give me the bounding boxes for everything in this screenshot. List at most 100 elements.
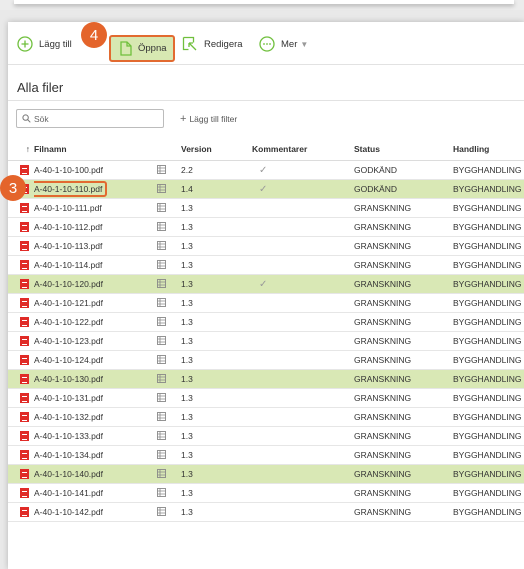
more-button[interactable]: Mer ▼ xyxy=(259,33,308,55)
preview-icon[interactable] xyxy=(157,335,166,347)
table-row[interactable]: A-40-1-10-110.pdf 1.4 ✓ GODKÄND BYGGHANDLING xyxy=(8,179,524,199)
preview-icon[interactable] xyxy=(157,487,166,499)
edit-button[interactable]: Redigera xyxy=(182,33,243,55)
file-name: A-40-1-10-120.pdf xyxy=(34,279,103,289)
search-input[interactable]: Sök xyxy=(16,109,164,128)
preview-icon[interactable] xyxy=(157,392,166,404)
table-row[interactable]: A-40-1-10-112.pdf 1.3 GRANSKNING BYGGHANDLI… xyxy=(8,217,524,237)
preview-icon[interactable] xyxy=(157,373,166,385)
filename-cell[interactable]: A-40-1-10-114.pdf xyxy=(34,255,157,275)
preview-cell[interactable] xyxy=(157,312,181,332)
preview-cell[interactable] xyxy=(157,217,181,237)
column-version[interactable]: Version xyxy=(181,138,252,161)
preview-cell[interactable] xyxy=(157,236,181,256)
preview-cell[interactable] xyxy=(157,198,181,218)
open-button[interactable]: Öppna xyxy=(109,35,175,62)
table-row[interactable]: A-40-1-10-120.pdf 1.3 ✓ GRANSKNING BYGGHANDL… xyxy=(8,274,524,294)
preview-icon[interactable] xyxy=(157,164,166,176)
filename-cell[interactable]: A-40-1-10-120.pdf xyxy=(34,274,157,294)
table-row[interactable]: A-40-1-10-123.pdf 1.3 GRANSKNING BYGGHANDLI… xyxy=(8,331,524,351)
handling-cell: BYGGHANDLING xyxy=(453,445,524,465)
edit-button-label: Redigera xyxy=(204,38,243,50)
preview-icon[interactable] xyxy=(157,316,166,328)
table-row[interactable]: A-40-1-10-132.pdf 1.3 GRANSKNING BYGGHANDLI… xyxy=(8,407,524,427)
column-status[interactable]: Status xyxy=(354,138,453,161)
file-name: A-40-1-10-114.pdf xyxy=(34,260,103,270)
filename-cell[interactable]: A-40-1-10-113.pdf xyxy=(34,236,157,256)
table-row[interactable]: A-40-1-10-130.pdf 1.3 GRANSKNING BYGGHANDLI… xyxy=(8,369,524,389)
preview-cell[interactable] xyxy=(157,426,181,446)
comment-cell xyxy=(252,407,354,427)
add-button[interactable]: Lägg till xyxy=(17,33,72,55)
preview-cell[interactable] xyxy=(157,388,181,408)
filename-cell[interactable]: A-40-1-10-112.pdf xyxy=(34,217,157,237)
filename-cell[interactable]: A-40-1-10-111.pdf xyxy=(34,198,157,218)
preview-cell[interactable] xyxy=(157,331,181,351)
check-icon xyxy=(252,393,259,404)
filename-cell[interactable]: A-40-1-10-123.pdf xyxy=(34,331,157,351)
table-row[interactable]: A-40-1-10-111.pdf 1.3 GRANSKNING BYGGHANDLI… xyxy=(8,198,524,218)
table-row[interactable]: A-40-1-10-114.pdf 1.3 GRANSKNING BYGGHANDLI… xyxy=(8,255,524,275)
column-comments[interactable]: Kommentarer xyxy=(252,138,354,161)
filename-cell[interactable]: A-40-1-10-142.pdf xyxy=(34,502,157,522)
version-cell: 1.3 xyxy=(181,293,252,313)
filename-cell[interactable]: A-40-1-10-124.pdf xyxy=(34,350,157,370)
preview-cell[interactable] xyxy=(157,483,181,503)
table-row[interactable]: A-40-1-10-142.pdf 1.3 GRANSKNING BYGGHANDLI… xyxy=(8,502,524,522)
filename-cell[interactable]: A-40-1-10-130.pdf xyxy=(34,369,157,389)
preview-cell[interactable] xyxy=(157,502,181,522)
preview-cell[interactable] xyxy=(157,255,181,275)
preview-cell[interactable] xyxy=(157,350,181,370)
table-row[interactable]: A-40-1-10-131.pdf 1.3 GRANSKNING BYGGHANDLI… xyxy=(8,388,524,408)
preview-icon[interactable] xyxy=(157,354,166,366)
version-cell: 1.3 xyxy=(181,388,252,408)
filename-cell[interactable]: A-40-1-10-131.pdf xyxy=(34,388,157,408)
preview-cell[interactable] xyxy=(157,407,181,427)
table-row[interactable]: A-40-1-10-100.pdf 2.2 ✓ GODKÄND BYGGHANDLING xyxy=(8,160,524,180)
table-row[interactable]: A-40-1-10-121.pdf 1.3 GRANSKNING BYGGHANDLI… xyxy=(8,293,524,313)
pdf-icon xyxy=(20,374,29,385)
filename-cell[interactable]: A-40-1-10-122.pdf xyxy=(34,312,157,332)
preview-icon[interactable] xyxy=(157,449,166,461)
preview-cell[interactable] xyxy=(157,369,181,389)
filename-cell[interactable]: A-40-1-10-133.pdf xyxy=(34,426,157,446)
table-row[interactable]: A-40-1-10-134.pdf 1.3 GRANSKNING BYGGHANDLI… xyxy=(8,445,524,465)
plus-circle-icon xyxy=(17,36,33,52)
table-row[interactable]: A-40-1-10-122.pdf 1.3 GRANSKNING BYGGHANDLI… xyxy=(8,312,524,332)
preview-cell[interactable] xyxy=(157,274,181,294)
preview-cell[interactable] xyxy=(157,293,181,313)
filename-cell[interactable]: A-40-1-10-132.pdf xyxy=(34,407,157,427)
preview-icon[interactable] xyxy=(157,202,166,214)
preview-cell[interactable] xyxy=(157,160,181,180)
check-icon xyxy=(252,450,259,461)
pdf-icon xyxy=(20,165,29,176)
preview-icon[interactable] xyxy=(157,430,166,442)
filename-cell[interactable]: A-40-1-10-140.pdf xyxy=(34,464,157,484)
sort-arrow-icon[interactable]: ↑ xyxy=(8,138,34,161)
column-handling[interactable]: Handling xyxy=(453,138,524,161)
filename-cell[interactable]: A-40-1-10-141.pdf xyxy=(34,483,157,503)
preview-cell[interactable] xyxy=(157,179,181,199)
preview-icon[interactable] xyxy=(157,278,166,290)
column-filename[interactable]: Filnamn xyxy=(34,138,157,161)
table-row[interactable]: A-40-1-10-124.pdf 1.3 GRANSKNING BYGGHANDLI… xyxy=(8,350,524,370)
filename-cell[interactable]: A-40-1-10-110.pdf xyxy=(34,179,157,199)
filename-cell[interactable]: A-40-1-10-121.pdf xyxy=(34,293,157,313)
preview-icon[interactable] xyxy=(157,468,166,480)
preview-icon[interactable] xyxy=(157,506,166,518)
preview-icon[interactable] xyxy=(157,259,166,271)
preview-icon[interactable] xyxy=(157,297,166,309)
table-row[interactable]: A-40-1-10-140.pdf 1.3 GRANSKNING BYGGHANDLI… xyxy=(8,464,524,484)
preview-icon[interactable] xyxy=(157,183,166,195)
table-row[interactable]: A-40-1-10-113.pdf 1.3 GRANSKNING BYGGHANDLI… xyxy=(8,236,524,256)
preview-icon[interactable] xyxy=(157,221,166,233)
preview-icon[interactable] xyxy=(157,240,166,252)
preview-icon[interactable] xyxy=(157,411,166,423)
add-filter-button[interactable]: + Lägg till filter xyxy=(180,113,237,125)
table-row[interactable]: A-40-1-10-133.pdf 1.3 GRANSKNING BYGGHANDLI… xyxy=(8,426,524,446)
preview-cell[interactable] xyxy=(157,464,181,484)
table-row[interactable]: A-40-1-10-141.pdf 1.3 GRANSKNING BYGGHANDLI… xyxy=(8,483,524,503)
filename-cell[interactable]: A-40-1-10-134.pdf xyxy=(34,445,157,465)
preview-cell[interactable] xyxy=(157,445,181,465)
filename-cell[interactable]: A-40-1-10-100.pdf xyxy=(34,160,157,180)
